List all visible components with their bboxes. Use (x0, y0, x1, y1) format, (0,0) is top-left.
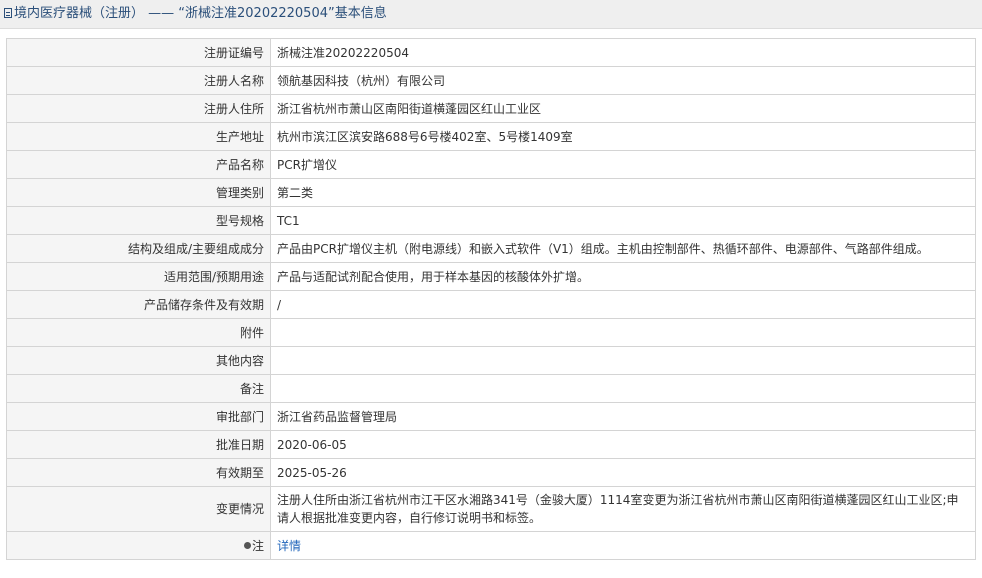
field-value: 领航基因科技（杭州）有限公司 (270, 66, 976, 95)
detail-frame: 注册证编号 浙械注准20202220504 注册人名称 领航基因科技（杭州）有限… (6, 38, 976, 560)
field-value: TC1 (270, 206, 976, 235)
table-row: 审批部门 浙江省药品监督管理局 (6, 402, 976, 431)
field-value (270, 346, 976, 375)
field-label: 型号规格 (6, 206, 271, 235)
field-value (270, 318, 976, 347)
field-value: 2025-05-26 (270, 458, 976, 487)
field-label: 有效期至 (6, 458, 271, 487)
detail-table: 注册证编号 浙械注准20202220504 注册人名称 领航基因科技（杭州）有限… (6, 38, 976, 560)
field-label: 适用范围/预期用途 (6, 262, 271, 291)
field-value: / (270, 290, 976, 319)
pin-icon (243, 541, 251, 549)
field-value (270, 374, 976, 403)
table-row: 批准日期 2020-06-05 (6, 430, 976, 459)
field-label: 批准日期 (6, 430, 271, 459)
table-row: 产品储存条件及有效期 / (6, 290, 976, 319)
field-value: 浙江省杭州市萧山区南阳街道横蓬园区红山工业区 (270, 94, 976, 123)
record-title: “浙械注准20202220504”基本信息 (178, 6, 387, 21)
field-value: PCR扩增仪 (270, 150, 976, 179)
table-row: 注册人住所 浙江省杭州市萧山区南阳街道横蓬园区红山工业区 (6, 94, 976, 123)
document-icon (4, 8, 12, 18)
table-row: 产品名称 PCR扩增仪 (6, 150, 976, 179)
details-link[interactable]: 详情 (277, 539, 301, 553)
field-value: 产品由PCR扩增仪主机（附电源线）和嵌入式软件（V1）组成。主机由控制部件、热循… (270, 234, 976, 263)
field-label: 注册人住所 (6, 94, 271, 123)
table-row: 管理类别 第二类 (6, 178, 976, 207)
field-label: 注册证编号 (6, 38, 271, 67)
table-row: 备注 (6, 374, 976, 403)
page-title-bar: 境内医疗器械（注册） —— “浙械注准20202220504”基本信息 (0, 0, 982, 29)
table-row: 有效期至 2025-05-26 (6, 458, 976, 487)
table-row: 其他内容 (6, 346, 976, 375)
table-row: 变更情况 注册人住所由浙江省杭州市江干区水湘路341号（金骏大厦）1114室变更… (6, 486, 976, 532)
field-label: 管理类别 (6, 178, 271, 207)
field-value: 杭州市滨江区滨安路688号6号楼402室、5号楼1409室 (270, 122, 976, 151)
field-label: 变更情况 (6, 486, 271, 532)
field-label: 备注 (6, 374, 271, 403)
title-separator: —— (144, 6, 179, 21)
table-row: 注册证编号 浙械注准20202220504 (6, 38, 976, 67)
field-label: 生产地址 (6, 122, 271, 151)
note-value-cell: 详情 (270, 531, 976, 560)
field-label: 其他内容 (6, 346, 271, 375)
table-row: 附件 (6, 318, 976, 347)
field-value: 浙械注准20202220504 (270, 38, 976, 67)
category-title: 境内医疗器械（注册） (14, 6, 145, 21)
field-label: 审批部门 (6, 402, 271, 431)
field-label: 产品名称 (6, 150, 271, 179)
field-value: 注册人住所由浙江省杭州市江干区水湘路341号（金骏大厦）1114室变更为浙江省杭… (270, 486, 976, 532)
table-row: 注册人名称 领航基因科技（杭州）有限公司 (6, 66, 976, 95)
field-value: 浙江省药品监督管理局 (270, 402, 976, 431)
table-row: 型号规格 TC1 (6, 206, 976, 235)
table-row: 生产地址 杭州市滨江区滨安路688号6号楼402室、5号楼1409室 (6, 122, 976, 151)
table-row: 注 详情 (6, 531, 976, 560)
table-row: 结构及组成/主要组成成分 产品由PCR扩增仪主机（附电源线）和嵌入式软件（V1）… (6, 234, 976, 263)
note-label: 注 (251, 538, 264, 553)
field-label: 附件 (6, 318, 271, 347)
note-label-cell: 注 (6, 531, 271, 560)
table-row: 适用范围/预期用途 产品与适配试剂配合使用，用于样本基因的核酸体外扩增。 (6, 262, 976, 291)
field-label: 注册人名称 (6, 66, 271, 95)
field-value: 第二类 (270, 178, 976, 207)
field-value: 产品与适配试剂配合使用，用于样本基因的核酸体外扩增。 (270, 262, 976, 291)
field-label: 产品储存条件及有效期 (6, 290, 271, 319)
field-label: 结构及组成/主要组成成分 (6, 234, 271, 263)
field-value: 2020-06-05 (270, 430, 976, 459)
